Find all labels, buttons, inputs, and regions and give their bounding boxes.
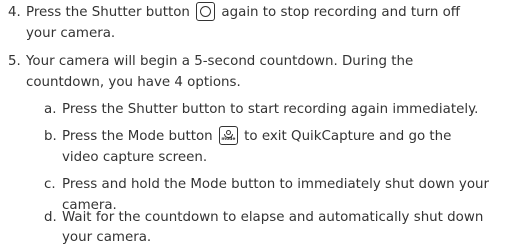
step-text: again to stop recording and turn off xyxy=(221,5,461,20)
step-text-line: Press the Shutter button again to stop r… xyxy=(26,2,460,23)
option-text-line: Press the Shutter button to start record… xyxy=(62,102,479,117)
step-number: 4. xyxy=(8,5,21,20)
option-text-line: your camera. xyxy=(62,230,152,245)
option-text-line: video capture screen. xyxy=(62,150,208,165)
option-text-line: Press the Mode button mode to exit QuikC… xyxy=(62,126,451,147)
option-text-line: Press and hold the Mode button to immedi… xyxy=(62,177,490,192)
option-text-line: Wait for the countdown to elapse and aut… xyxy=(62,210,484,225)
step-text-line: countdown, you have 4 options. xyxy=(26,75,241,90)
shutter-button-icon xyxy=(196,2,216,21)
mode-icon-label: mode xyxy=(221,137,236,142)
step-number: 5. xyxy=(8,54,21,69)
step-text: Press the Shutter button xyxy=(26,5,190,20)
option-text: Press the Mode button xyxy=(62,129,213,144)
step-text-line: Your camera will begin a 5-second countd… xyxy=(26,54,414,69)
mode-button-icon: mode xyxy=(218,126,238,145)
option-text: to exit QuikCapture and go the xyxy=(244,129,452,144)
option-letter: a. xyxy=(44,102,57,117)
option-letter: c. xyxy=(44,177,56,192)
option-letter: b. xyxy=(44,129,57,144)
option-letter: d. xyxy=(44,210,57,225)
step-text-line: your camera. xyxy=(26,26,116,41)
